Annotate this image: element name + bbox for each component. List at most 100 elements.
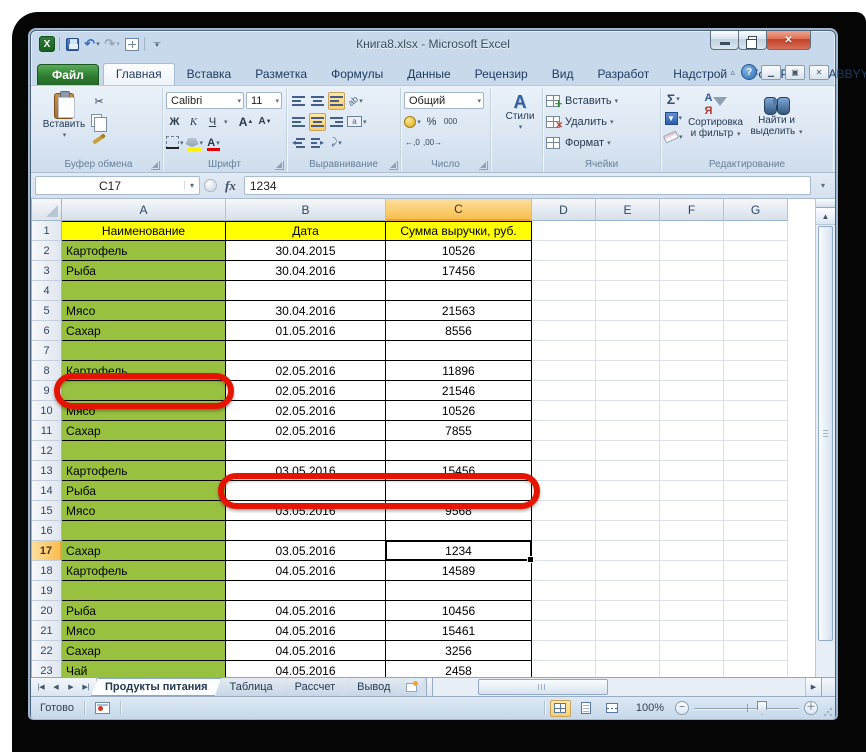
column-header-A[interactable]: A [62, 199, 226, 221]
cell-G17[interactable] [724, 541, 788, 561]
column-header-F[interactable]: F [660, 199, 724, 221]
cell-B16[interactable] [226, 521, 386, 541]
cell-B5[interactable]: 30.04.2016 [226, 301, 386, 321]
ribbon-tab-разметка[interactable]: Разметка [243, 64, 319, 85]
cell-D9[interactable] [532, 381, 596, 401]
row-header-17[interactable]: 17 [32, 541, 62, 561]
cell-G14[interactable] [724, 481, 788, 501]
cell-B13[interactable]: 03.05.2016 [226, 461, 386, 481]
cell-F5[interactable] [660, 301, 724, 321]
row-header-3[interactable]: 3 [32, 261, 62, 281]
font-name-combo[interactable]: Calibri ▾ [166, 92, 244, 109]
cell-E1[interactable] [596, 221, 660, 241]
page-layout-view-button[interactable] [576, 700, 597, 717]
cell-G22[interactable] [724, 641, 788, 661]
cell-F19[interactable] [660, 581, 724, 601]
alignment-dialog-launcher-icon[interactable] [389, 161, 398, 170]
name-box-dropdown-icon[interactable]: ▾ [184, 181, 199, 190]
cell-A13[interactable]: Картофель [62, 461, 226, 481]
zoom-level[interactable]: 100% [636, 702, 664, 714]
prev-sheet-icon[interactable]: ◀ [49, 683, 63, 691]
align-left-button[interactable] [290, 113, 307, 131]
row-header-16[interactable]: 16 [32, 521, 62, 541]
tab-scroll-splitter[interactable] [426, 678, 434, 696]
cell-D4[interactable] [532, 281, 596, 301]
cell-F7[interactable] [660, 341, 724, 361]
cell-B17[interactable]: 03.05.2016 [226, 541, 386, 561]
cell-B14[interactable] [226, 481, 386, 501]
cell-D13[interactable] [532, 461, 596, 481]
italic-button[interactable]: К [185, 113, 202, 131]
cell-D20[interactable] [532, 601, 596, 621]
cell-F17[interactable] [660, 541, 724, 561]
cell-G5[interactable] [724, 301, 788, 321]
row-header-13[interactable]: 13 [32, 461, 62, 481]
cell-C22[interactable]: 3256 [386, 641, 532, 661]
cell-E6[interactable] [596, 321, 660, 341]
cell-D17[interactable] [532, 541, 596, 561]
cell-F13[interactable] [660, 461, 724, 481]
row-header-15[interactable]: 15 [32, 501, 62, 521]
cell-D14[interactable] [532, 481, 596, 501]
cell-B19[interactable] [226, 581, 386, 601]
zoom-out-button[interactable]: − [675, 701, 689, 715]
sort-filter-button[interactable]: А Я Сортировка и фильтр ▾ [683, 90, 749, 156]
row-header-14[interactable]: 14 [32, 481, 62, 501]
cell-D11[interactable] [532, 421, 596, 441]
cell-E8[interactable] [596, 361, 660, 381]
cell-A15[interactable]: Мясо [62, 501, 226, 521]
find-select-button[interactable]: Найти и выделить ▾ [749, 90, 805, 156]
cell-G9[interactable] [724, 381, 788, 401]
cell-F1[interactable] [660, 221, 724, 241]
font-size-combo[interactable]: 11 ▾ [246, 92, 282, 109]
cell-C4[interactable] [386, 281, 532, 301]
clear-button[interactable]: ▾ [662, 128, 683, 146]
cell-C8[interactable]: 11896 [386, 361, 532, 381]
cell-C13[interactable]: 15456 [386, 461, 532, 481]
cell-G19[interactable] [724, 581, 788, 601]
workbook-restore-icon[interactable]: ▣ [785, 64, 805, 80]
cell-F16[interactable] [660, 521, 724, 541]
cell-D12[interactable] [532, 441, 596, 461]
cell-E5[interactable] [596, 301, 660, 321]
ribbon-tab-разработ[interactable]: Разработ [585, 64, 661, 85]
cell-B4[interactable] [226, 281, 386, 301]
restore-button[interactable] [738, 31, 767, 50]
cell-A1[interactable]: Наименование [62, 221, 226, 241]
cell-B22[interactable]: 04.05.2016 [226, 641, 386, 661]
cell-E9[interactable] [596, 381, 660, 401]
page-break-view-button[interactable] [602, 700, 623, 717]
cell-E4[interactable] [596, 281, 660, 301]
sheet-tab-таблица[interactable]: Таблица [216, 678, 287, 696]
align-bottom-button[interactable] [328, 91, 345, 110]
zoom-in-button[interactable]: ＋ [804, 701, 818, 715]
cell-D6[interactable] [532, 321, 596, 341]
cell-F9[interactable] [660, 381, 724, 401]
cell-F8[interactable] [660, 361, 724, 381]
cell-G12[interactable] [724, 441, 788, 461]
cell-D16[interactable] [532, 521, 596, 541]
cell-D3[interactable] [532, 261, 596, 281]
cell-B23[interactable]: 04.05.2016 [226, 661, 386, 677]
cell-F23[interactable] [660, 661, 724, 677]
cell-A19[interactable] [62, 581, 226, 601]
decrease-decimal-button[interactable]: ,00→ [423, 134, 442, 152]
ribbon-tab-вид[interactable]: Вид [540, 64, 586, 85]
cell-G18[interactable] [724, 561, 788, 581]
grow-font-button[interactable]: А ▲ [238, 113, 255, 131]
cell-E14[interactable] [596, 481, 660, 501]
cell-D22[interactable] [532, 641, 596, 661]
cell-A14[interactable]: Рыба [62, 481, 226, 501]
row-header-10[interactable]: 10 [32, 401, 62, 421]
cell-A21[interactable]: Мясо [62, 621, 226, 641]
cell-A7[interactable] [62, 341, 226, 361]
cell-G21[interactable] [724, 621, 788, 641]
close-button[interactable]: ✕ [766, 31, 811, 50]
cell-C18[interactable]: 14589 [386, 561, 532, 581]
comma-style-button[interactable]: 000 [442, 113, 459, 131]
row-header-21[interactable]: 21 [32, 621, 62, 641]
cell-E23[interactable] [596, 661, 660, 677]
cell-F22[interactable] [660, 641, 724, 661]
cell-B12[interactable] [226, 441, 386, 461]
sheet-tab-рассчет[interactable]: Рассчет [281, 678, 350, 696]
